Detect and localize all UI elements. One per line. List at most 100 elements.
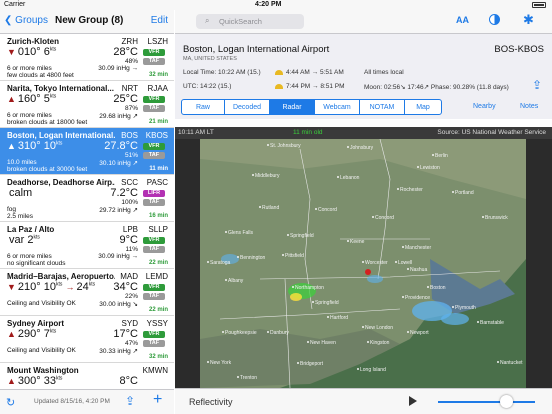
- gust-icon: →: [65, 282, 75, 292]
- nearby-button[interactable]: Nearby: [473, 103, 496, 110]
- station-row[interactable]: Mount Washington KMWN ▲ 300° 33kts 8°C: [0, 363, 174, 389]
- share-icon[interactable]: ⇪: [532, 78, 542, 92]
- city-label: Plymouth: [455, 305, 476, 311]
- city-label: Hartford: [330, 315, 348, 321]
- back-button-label: Groups: [15, 15, 48, 26]
- station-row[interactable]: Narita, Tokyo International... NRT RJAA ▲ 16…: [0, 81, 174, 128]
- taf-badge: TAF: [143, 105, 165, 112]
- radar-map[interactable]: St. Johnsbury Johnsbury Lewiston Portland Mi…: [200, 139, 526, 388]
- station-row[interactable]: Deadhorse, Deadhorse Airp... SCC PASC calm …: [0, 175, 174, 222]
- edit-button[interactable]: Edit: [151, 15, 168, 26]
- gear-icon[interactable]: ✱: [523, 12, 534, 28]
- station-pressure: 30.00 inHg ↘: [99, 301, 138, 308]
- city-dot: [237, 256, 239, 258]
- text-size-icon[interactable]: AA: [456, 15, 469, 25]
- city-label: Poughkeepsie: [225, 330, 257, 336]
- airport-location: MA, UNITED STATES: [183, 56, 237, 62]
- station-humidity: 22%: [124, 293, 138, 300]
- airport-name: Boston, Logan International Airport: [183, 44, 330, 55]
- tab-raw[interactable]: Raw: [181, 99, 225, 115]
- tab-radar[interactable]: Radar: [269, 99, 315, 115]
- contrast-icon[interactable]: [489, 14, 500, 25]
- gust-unit: kts: [88, 281, 96, 288]
- wind-direction: 010°: [17, 46, 41, 58]
- city-dot: [452, 191, 454, 193]
- wind-arrow-icon: ▲: [7, 376, 16, 386]
- share-icon[interactable]: ⇪: [125, 394, 135, 408]
- station-icao: KMWN: [142, 366, 168, 375]
- city-dot: [282, 254, 284, 256]
- tab-webcam[interactable]: Webcam: [314, 99, 360, 115]
- flight-category-badge: LIFR: [143, 190, 165, 197]
- city-label: Nantucket: [500, 360, 523, 366]
- tab-map[interactable]: Map: [404, 99, 442, 115]
- city-label: Glens Falls: [228, 230, 254, 236]
- city-dot: [432, 154, 434, 156]
- city-label: Bridgeport: [300, 361, 324, 367]
- station-visibility: 10.0 miles: [7, 159, 37, 166]
- station-age: 16 min: [148, 213, 168, 219]
- city-label: Middlebury: [255, 173, 280, 179]
- status-bar: Carrier 4:20 PM: [0, 0, 552, 10]
- station-clouds: no significant clouds: [7, 260, 66, 267]
- back-button[interactable]: ❮ Groups: [4, 15, 48, 26]
- city-dot: [327, 316, 329, 318]
- station-clouds: broken clouds at 30000 feet: [7, 166, 88, 173]
- station-icao: YSSY: [146, 319, 168, 328]
- city-dot: [427, 286, 429, 288]
- radar-view[interactable]: 10:11 AM LT 11 min old Source: US Nation…: [175, 127, 552, 388]
- city-label: Rutland: [262, 205, 279, 211]
- station-wind: ▲ 160° 5kts: [7, 93, 56, 105]
- city-dot: [452, 306, 454, 308]
- station-list[interactable]: Zurich-Kloten ZRH LSZH ▼ 010° 6kts 28°C VFR TAF…: [0, 34, 174, 389]
- wind-speed: 10: [43, 140, 56, 152]
- station-list-pane: ❮ Groups New Group (8) Edit Zurich-Klote…: [0, 10, 174, 414]
- city-label: Saratoga: [210, 260, 231, 266]
- city-label: New Haven: [310, 340, 336, 346]
- taf-badge: TAF: [143, 152, 165, 159]
- station-name: Deadhorse, Deadhorse Airp...: [7, 178, 115, 187]
- station-wind: calm: [7, 187, 32, 199]
- add-icon[interactable]: +: [153, 391, 162, 409]
- station-row[interactable]: Boston, Logan International... BOS KBOS ▲ 31…: [0, 128, 174, 175]
- city-dot: [372, 216, 374, 218]
- station-clouds: 2.5 miles: [7, 213, 34, 220]
- refresh-icon[interactable]: ↻: [6, 396, 15, 409]
- station-row[interactable]: Madrid–Barajas, Aeropuerto... MAD LEMD ▼ 210…: [0, 269, 174, 316]
- station-wind: var 2kts: [7, 234, 40, 246]
- tab-notam[interactable]: NOTAM: [359, 99, 405, 115]
- station-row[interactable]: Sydney Airport SYD YSSY ▲ 290° 7kts 17°C VFR TA…: [0, 316, 174, 363]
- play-icon[interactable]: [409, 396, 417, 406]
- station-pressure: 29.72 inHg ↗: [99, 207, 138, 214]
- radar-time-slider[interactable]: [438, 395, 535, 408]
- station-row[interactable]: La Paz / Alto LPB SLLP var 2kts 9°C VFR TAF 11%…: [0, 222, 174, 269]
- station-humidity: 51%: [124, 152, 138, 159]
- station-row[interactable]: Zurich-Kloten ZRH LSZH ▼ 010° 6kts 28°C VFR TAF…: [0, 34, 174, 81]
- station-humidity: 87%: [124, 105, 138, 112]
- station-iata: BOS: [121, 131, 138, 140]
- radar-header: 10:11 AM LT 11 min old Source: US Nation…: [175, 127, 552, 139]
- city-label: Berlin: [435, 153, 448, 159]
- notes-button[interactable]: Notes: [520, 103, 538, 110]
- wind-unit: kts: [49, 93, 57, 100]
- city-dot: [287, 234, 289, 236]
- station-wind: ▲ 290° 7kts: [7, 328, 56, 340]
- wind-unit: kts: [49, 46, 57, 53]
- slider-knob[interactable]: [500, 395, 513, 408]
- sunset-info: 7:44 PM → 8:51 PM: [275, 83, 345, 90]
- status-time: 4:20 PM: [255, 1, 282, 8]
- station-visibility: 6 or more miles: [7, 253, 52, 260]
- tab-decoded[interactable]: Decoded: [224, 99, 270, 115]
- radar-mode-label[interactable]: Reflectivity: [189, 397, 233, 407]
- detail-toolbar: ⌕ QuickSearch AA ✱: [175, 10, 552, 34]
- flight-category-badge: VFR: [143, 143, 165, 150]
- station-pressure: 30.33 inHg ↗: [99, 348, 138, 355]
- station-temp: 17°C: [113, 328, 138, 340]
- wind-direction: calm: [9, 187, 33, 199]
- times-note: All times local: [364, 69, 404, 76]
- carrier-label: Carrier: [4, 1, 26, 8]
- station-icao: PASC: [146, 178, 168, 187]
- flight-category-badge: VFR: [143, 237, 165, 244]
- quicksearch-field[interactable]: ⌕ QuickSearch: [196, 14, 304, 29]
- updated-label: Updated 8/15/16, 4:20 PM: [34, 398, 110, 405]
